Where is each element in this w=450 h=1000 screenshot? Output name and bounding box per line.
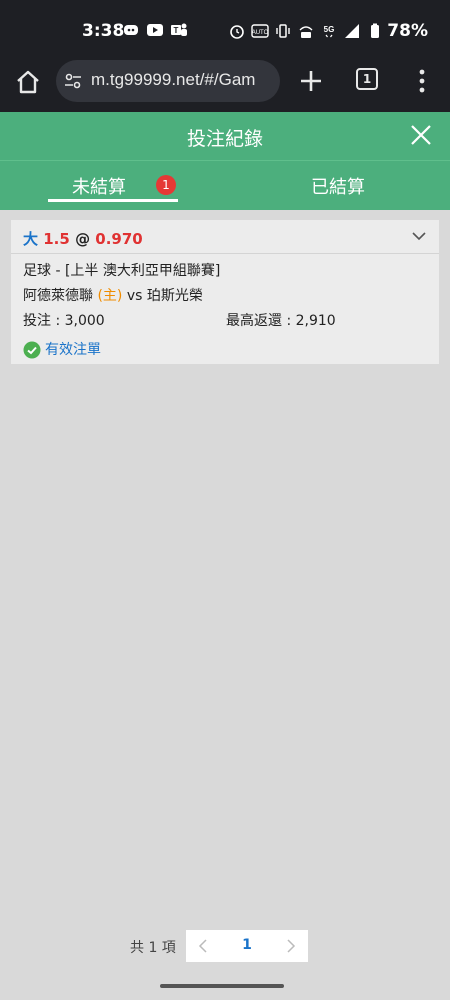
- status-right-icons: AUTO 5G: [228, 22, 384, 40]
- amount-row: 投注 : 3,000 最高返還 : 2,910: [23, 312, 427, 337]
- home-team: 阿德萊德聯: [23, 288, 93, 304]
- youtube-icon: [147, 24, 163, 36]
- tab-settled-label: 已結算: [311, 177, 365, 198]
- bet-card-header[interactable]: 大 1.5 @ 0.970: [11, 220, 439, 254]
- discord-icon: [124, 25, 138, 35]
- page-header: 投注紀錄: [0, 112, 450, 160]
- chevron-down-icon[interactable]: [411, 228, 427, 244]
- volte-icon: [299, 26, 313, 38]
- 5g-icon: 5G: [324, 25, 335, 38]
- tab-bar: 未結算 1 已結算: [0, 160, 450, 210]
- signal-icon: [345, 24, 359, 38]
- selection-odds: 0.970: [95, 230, 143, 248]
- tab-settled[interactable]: 已結算: [270, 161, 406, 211]
- bet-status-text: 有效注單: [45, 341, 101, 358]
- teams-icon: T: [171, 23, 187, 36]
- bet-status: 有效注單: [23, 337, 427, 362]
- vs-text: vs: [126, 288, 143, 304]
- total-count: 共 1 項: [130, 940, 176, 956]
- away-team: 珀斯光榮: [146, 288, 203, 304]
- bet-selection: 大 1.5 @ 0.970: [23, 228, 143, 249]
- auto-icon: AUTO: [251, 24, 269, 38]
- url-text[interactable]: m.tg99999.net/#/Gam: [91, 70, 255, 90]
- unsettled-count-badge: 1: [156, 175, 176, 195]
- status-left-icons: T: [122, 21, 188, 39]
- pager-controls: 1: [186, 930, 308, 962]
- site-settings-icon[interactable]: [64, 72, 82, 90]
- svg-text:AUTO: AUTO: [252, 30, 269, 36]
- status-bar: 3:38 T AUTO 5G 78%: [0, 0, 450, 60]
- active-tab-indicator: [48, 199, 178, 202]
- svg-text:T: T: [174, 26, 179, 35]
- vibrate-icon: [276, 24, 290, 38]
- bet-card-body: 足球 - [上半 澳大利亞甲組聯賽] 阿德萊德聯 (主) vs 珀斯光榮 投注 …: [23, 262, 427, 362]
- gesture-home-bar[interactable]: [160, 984, 284, 988]
- match-row: 阿德萊德聯 (主) vs 珀斯光榮: [23, 287, 427, 312]
- more-menu-icon[interactable]: [414, 68, 430, 94]
- home-tag: (主): [97, 288, 123, 304]
- address-bar[interactable]: m.tg99999.net/#/Gam: [56, 60, 280, 102]
- stake-amount: 投注 : 3,000: [23, 313, 105, 329]
- at-symbol: @: [75, 230, 91, 248]
- new-tab-icon[interactable]: [298, 68, 324, 94]
- selection-line: 1.5: [43, 230, 70, 248]
- max-return: 最高返還 : 2,910: [226, 313, 336, 329]
- tab-unsettled-label: 未結算: [72, 177, 126, 198]
- tab-unsettled[interactable]: 未結算 1: [48, 161, 178, 211]
- svg-text:5G: 5G: [324, 25, 335, 34]
- selection-side: 大: [23, 230, 39, 248]
- home-icon[interactable]: [14, 68, 42, 96]
- page-title: 投注紀錄: [186, 128, 263, 150]
- status-time: 3:38: [82, 21, 125, 41]
- league-row: 足球 - [上半 澳大利亞甲組聯賽]: [23, 263, 221, 279]
- chevron-right-icon[interactable]: [284, 938, 298, 954]
- tab-switcher-button[interactable]: 1: [356, 68, 378, 90]
- bet-record-card: 大 1.5 @ 0.970 足球 - [上半 澳大利亞甲組聯賽] 阿德萊德聯 (…: [11, 220, 439, 364]
- battery-icon: [371, 23, 379, 38]
- pagination: 共 1 項 1: [0, 930, 450, 962]
- check-circle-icon: [23, 341, 41, 358]
- battery-percent: 78%: [387, 21, 428, 41]
- close-icon[interactable]: [410, 124, 432, 146]
- alarm-icon: [230, 25, 244, 39]
- browser-toolbar: m.tg99999.net/#/Gam 1: [0, 60, 450, 112]
